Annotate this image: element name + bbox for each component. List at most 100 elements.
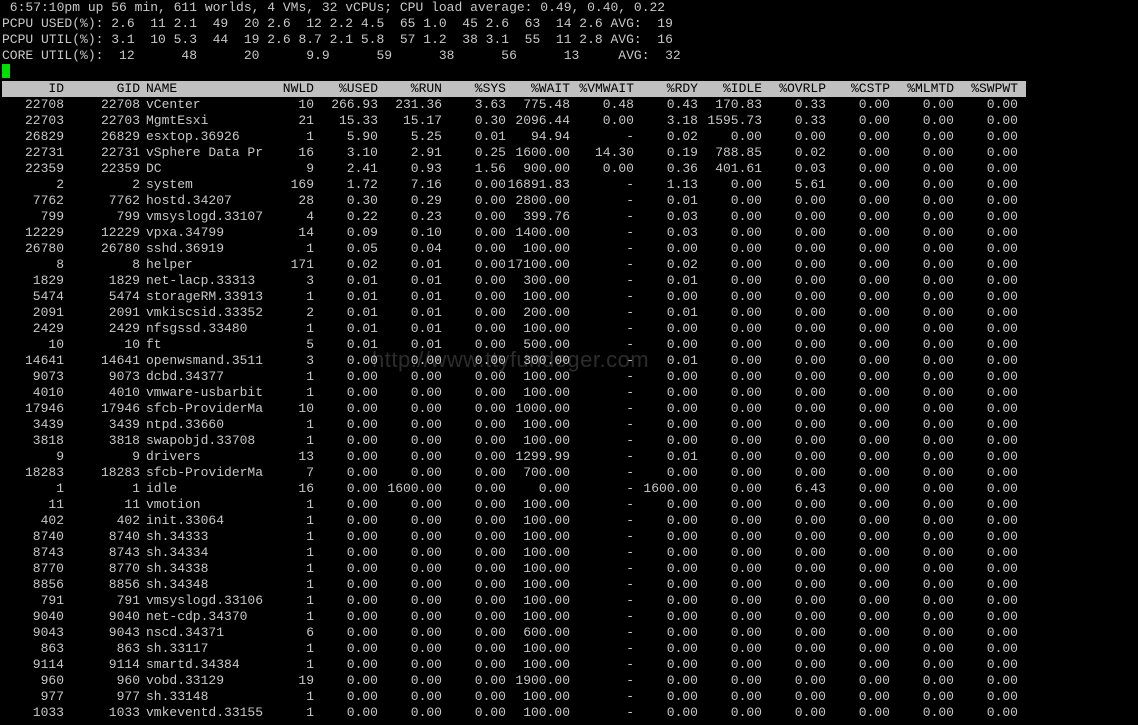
cell-id: 9114 (32, 657, 64, 672)
cell-gid: 22708 (100, 97, 140, 112)
cell-id: 17946 (24, 401, 64, 416)
cell-vmwait: 0.00 (602, 161, 634, 176)
table-row: 14641 14641 openwsmand.3511 3 0.00 0.00 0.00 30… (2, 353, 1026, 369)
column-header-idle: %IDLE (722, 81, 762, 96)
cell-vmwait: - (626, 337, 634, 352)
cell-run: 5.25 (410, 129, 442, 144)
cell-wait: 100.00 (523, 369, 570, 384)
table-row: 26780 26780 sshd.36919 1 0.05 0.04 0.00 100.00 -… (2, 241, 1026, 257)
cell-wait: 200.00 (523, 305, 570, 320)
cell-id: 8770 (32, 561, 64, 576)
cell-wait: 700.00 (523, 465, 570, 480)
cell-swpwt: 0.00 (986, 241, 1018, 256)
cell-cstp: 0.00 (858, 129, 890, 144)
cell-cstp: 0.00 (858, 577, 890, 592)
cell-cstp: 0.00 (858, 529, 890, 544)
cell-wait: 2800.00 (515, 193, 570, 208)
cell-wait: 900.00 (523, 161, 570, 176)
cell-nwld: 16 (298, 481, 314, 496)
cell-idle: 0.00 (730, 225, 762, 240)
cell-swpwt: 0.00 (986, 401, 1018, 416)
cell-ovrlp: 0.00 (794, 241, 826, 256)
cell-name: nfsgssd.33480 (146, 321, 248, 336)
cell-rdy: 0.00 (666, 337, 698, 352)
cell-mlmtd: 0.00 (922, 433, 954, 448)
cell-sys: 0.00 (474, 481, 506, 496)
cell-sys: 0.00 (474, 417, 506, 432)
cell-name: vmotion (146, 497, 201, 512)
cell-rdy: 0.03 (666, 209, 698, 224)
cell-swpwt: 0.00 (986, 513, 1018, 528)
table-row: 960 960 vobd.33129 19 0.00 0.00 0.00 1900.00 - 0.… (2, 673, 1026, 689)
table-row: 9040 9040 net-cdp.34370 1 0.00 0.00 0.00 100.00… (2, 609, 1026, 625)
cell-idle: 0.00 (730, 385, 762, 400)
cell-name: vmkiscsid.33352 (146, 305, 264, 320)
cell-nwld: 1 (306, 657, 314, 672)
column-header-name: NAME (146, 81, 178, 96)
cell-swpwt: 0.00 (986, 497, 1018, 512)
cell-wait: 100.00 (523, 657, 570, 672)
cell-cstp: 0.00 (858, 353, 890, 368)
cell-rdy: 0.19 (666, 145, 698, 160)
cell-cstp: 0.00 (858, 321, 890, 336)
column-header-nwld: NWLD (282, 81, 314, 96)
cell-wait: 100.00 (523, 289, 570, 304)
cell-idle: 0.00 (730, 465, 762, 480)
cell-mlmtd: 0.00 (922, 513, 954, 528)
cell-name: vmsyslogd.33107 (146, 209, 264, 224)
cell-mlmtd: 0.00 (922, 241, 954, 256)
cell-run: 0.00 (410, 417, 442, 432)
cell-wait: 1000.00 (515, 401, 570, 416)
cell-name: DC (146, 161, 162, 176)
cell-wait: 100.00 (523, 545, 570, 560)
cell-name: helper (146, 257, 193, 272)
cell-sys: 0.00 (474, 529, 506, 544)
cell-swpwt: 0.00 (986, 305, 1018, 320)
table-row: 9114 9114 smartd.34384 1 0.00 0.00 0.00 100.00 -… (2, 657, 1026, 673)
cell-sys: 0.00 (474, 689, 506, 704)
cell-mlmtd: 0.00 (922, 593, 954, 608)
cell-swpwt: 0.00 (986, 97, 1018, 112)
table-row: 3439 3439 ntpd.33660 1 0.00 0.00 0.00 100.00 - 0.… (2, 417, 1026, 433)
cell-nwld: 21 (298, 113, 314, 128)
table-row: 8740 8740 sh.34333 1 0.00 0.00 0.00 100.00 - 0.00… (2, 529, 1026, 545)
cell-name: vmware-usbarbit (146, 385, 264, 400)
cell-ovrlp: 6.43 (794, 481, 826, 496)
cell-mlmtd: 0.00 (922, 369, 954, 384)
cell-rdy: 0.00 (666, 497, 698, 512)
cell-name: sh.34334 (146, 545, 209, 560)
cell-gid: 10 (124, 337, 140, 352)
column-header-run: %RUN (410, 81, 442, 96)
cell-vmwait: - (626, 577, 634, 592)
cell-swpwt: 0.00 (986, 689, 1018, 704)
cell-name: vCenter (146, 97, 201, 112)
cell-gid: 8740 (108, 529, 140, 544)
cell-rdy: 0.00 (666, 657, 698, 672)
cell-swpwt: 0.00 (986, 673, 1018, 688)
cell-vmwait: - (626, 401, 634, 416)
cell-wait: 1400.00 (515, 225, 570, 240)
cell-used: 0.00 (346, 369, 378, 384)
cell-idle: 0.00 (730, 321, 762, 336)
cell-rdy: 0.00 (666, 593, 698, 608)
cell-idle: 0.00 (730, 305, 762, 320)
cell-ovrlp: 5.61 (794, 177, 826, 192)
cell-gid: 2429 (108, 321, 140, 336)
cell-name: drivers (146, 449, 201, 464)
cell-vmwait: - (626, 497, 634, 512)
cell-nwld: 10 (298, 97, 314, 112)
cell-used: 2.41 (346, 161, 378, 176)
column-header-swpwt: %SWPWT (971, 81, 1018, 96)
cell-id: 5474 (32, 289, 64, 304)
cell-wait: 100.00 (523, 433, 570, 448)
table-row: 791 791 vmsyslogd.33106 1 0.00 0.00 0.00 100.00… (2, 593, 1026, 609)
cell-name: openwsmand.3511 (146, 353, 264, 368)
cell-used: 0.30 (346, 193, 378, 208)
cell-name: vSphere Data Pr (146, 145, 264, 160)
cell-id: 22731 (24, 145, 64, 160)
cell-mlmtd: 0.00 (922, 481, 954, 496)
terminal-window[interactable]: 6:57:10pm up 56 min, 611 worlds, 4 VMs, … (0, 0, 1138, 725)
cell-wait: 16891.83 (507, 177, 570, 192)
cell-nwld: 1 (306, 705, 314, 720)
cell-vmwait: - (626, 705, 634, 720)
